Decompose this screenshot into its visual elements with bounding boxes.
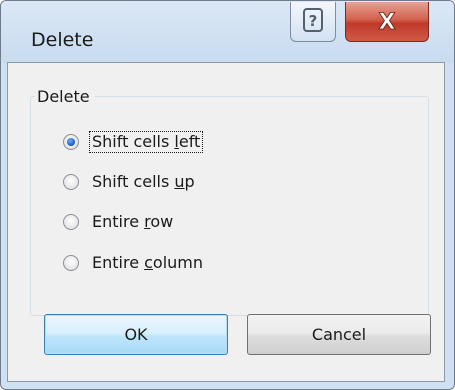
- radio-shift-cells-left[interactable]: Shift cells left: [63, 128, 204, 156]
- ok-button-label: OK: [124, 325, 148, 344]
- radio-entire-column[interactable]: Entire column: [63, 249, 206, 277]
- radio-label[interactable]: Entire column: [89, 252, 206, 274]
- radio-label[interactable]: Entire row: [89, 211, 176, 233]
- ok-button[interactable]: OK: [44, 314, 228, 355]
- close-button[interactable]: X: [345, 2, 429, 42]
- title-bar[interactable]: Delete ? X: [1, 1, 454, 63]
- radio-label[interactable]: Shift cells left: [89, 131, 204, 153]
- group-label: Delete: [35, 87, 95, 106]
- radio-shift-cells-up[interactable]: Shift cells up: [63, 168, 198, 196]
- radio-button[interactable]: [63, 134, 79, 150]
- radio-button[interactable]: [63, 174, 79, 190]
- help-button[interactable]: ?: [290, 2, 336, 42]
- cancel-button-label: Cancel: [311, 325, 367, 344]
- svg-text:?: ?: [309, 12, 318, 30]
- cancel-button[interactable]: Cancel: [247, 314, 431, 355]
- close-icon: X: [378, 10, 396, 36]
- svg-text:X: X: [379, 10, 396, 35]
- dialog-title: Delete: [31, 29, 94, 51]
- radio-entire-row[interactable]: Entire row: [63, 208, 176, 236]
- radio-button[interactable]: [63, 214, 79, 230]
- help-icon: ?: [303, 8, 323, 32]
- radio-label[interactable]: Shift cells up: [89, 171, 198, 193]
- radio-button[interactable]: [63, 255, 79, 271]
